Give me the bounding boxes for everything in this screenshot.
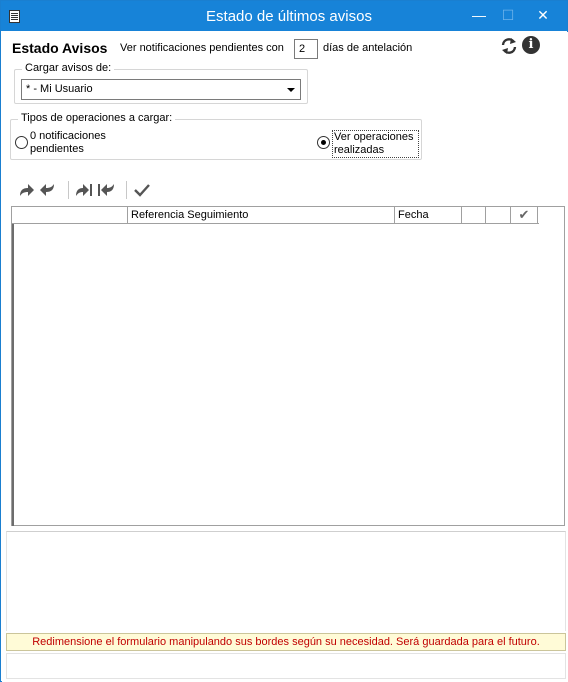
info-icon[interactable]: i [522,36,540,54]
toolbar-separator [68,181,69,199]
reply-icon[interactable] [38,180,58,200]
column-header-extra-1[interactable] [462,207,486,224]
toolbar-separator [126,181,127,199]
chevron-down-icon[interactable] [287,88,295,92]
close-button[interactable]: ✕ [528,5,558,25]
app-window: Estado de últimos avisos — ☐ ✕ Estado Av… [0,0,568,682]
title-bar[interactable]: Estado de últimos avisos — ☐ ✕ [1,1,567,31]
operation-types-legend: Tipos de operaciones a cargar: [18,112,176,124]
detail-panel [6,531,566,631]
check-icon[interactable] [132,180,152,200]
bottom-panel [6,653,566,679]
forward-all-icon[interactable] [74,180,94,200]
days-input[interactable]: 2 [294,39,318,59]
notifications-table[interactable]: Referencia Seguimiento Fecha ✔ [11,206,565,526]
reply-all-icon[interactable] [96,180,116,200]
table-row-selector-bar [12,224,14,526]
load-from-group: Cargar avisos de: * - Mi Usuario [14,62,308,104]
load-from-select[interactable]: * - Mi Usuario [21,79,301,100]
operation-types-group: Tipos de operaciones a cargar: 0 notific… [10,112,422,160]
load-from-selected-value: * - Mi Usuario [26,83,93,95]
column-header-blank[interactable] [12,207,128,224]
completed-operations-label[interactable]: Ver operaciones realizadas [332,130,419,158]
column-header-check[interactable]: ✔ [511,207,538,224]
refresh-icon[interactable] [500,37,518,55]
forward-icon[interactable] [16,180,36,200]
column-header-date[interactable]: Fecha [395,207,462,224]
pending-notifications-label[interactable]: 0 notificaciones pendientes [30,130,120,156]
maximize-button[interactable]: ☐ [493,5,523,25]
table-header: Referencia Seguimiento Fecha ✔ [12,207,539,224]
page-title: Estado Avisos [12,40,108,56]
days-suffix-label: días de antelación [323,42,413,54]
status-message: Redimensione el formulario manipulando s… [6,633,566,651]
column-header-reference[interactable]: Referencia Seguimiento [128,207,395,224]
load-from-legend: Cargar avisos de: [22,62,115,74]
days-prefix-label: Ver notificaciones pendientes con [120,42,284,54]
pending-notifications-radio[interactable] [15,136,28,149]
column-header-extra-2[interactable] [486,207,511,224]
minimize-button[interactable]: — [464,5,494,25]
completed-operations-radio[interactable] [317,136,330,149]
form-content: Estado Avisos Ver notificaciones pendien… [2,32,568,682]
